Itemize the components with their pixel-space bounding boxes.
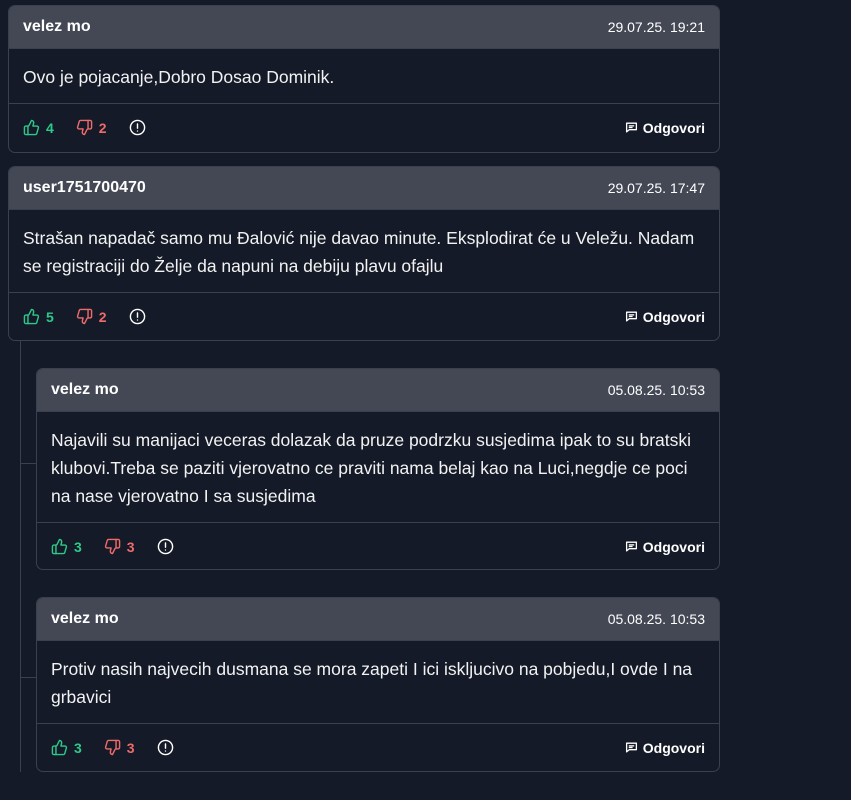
reply-label: Odgovori bbox=[642, 538, 705, 555]
thumbs-up-icon bbox=[51, 538, 68, 555]
report-button[interactable] bbox=[129, 119, 146, 136]
alert-circle-icon bbox=[157, 538, 173, 555]
like-count: 5 bbox=[46, 308, 54, 325]
comment-timestamp: 29.07.25. 19:21 bbox=[607, 19, 705, 35]
reply-button[interactable]: Odgovori bbox=[625, 740, 705, 756]
message-icon bbox=[625, 742, 637, 753]
reply-comment-card: velez mo 05.08.25. 10:53 Protiv nasih na… bbox=[36, 597, 720, 772]
dislike-button[interactable]: 3 bbox=[104, 739, 135, 756]
thumbs-down-icon bbox=[76, 119, 93, 136]
thumbs-up-icon bbox=[51, 739, 68, 756]
message-icon bbox=[625, 311, 637, 322]
reply-label: Odgovori bbox=[642, 739, 705, 756]
comment-text: Strašan napadač samo mu Đalović nije dav… bbox=[9, 210, 719, 293]
dislike-button[interactable]: 2 bbox=[76, 308, 107, 325]
like-count: 3 bbox=[74, 739, 82, 756]
comment-card: velez mo 29.07.25. 19:21 Ovo je pojacanj… bbox=[8, 5, 720, 153]
report-button[interactable] bbox=[157, 739, 174, 756]
alert-circle-icon bbox=[129, 308, 145, 325]
like-button[interactable]: 3 bbox=[51, 739, 82, 756]
comment-header: velez mo 29.07.25. 19:21 bbox=[9, 6, 719, 49]
comment-username[interactable]: velez mo bbox=[51, 381, 119, 399]
dislike-count: 2 bbox=[98, 119, 107, 136]
comment-timestamp: 05.08.25. 10:53 bbox=[607, 382, 705, 398]
alert-circle-icon bbox=[157, 739, 173, 756]
comment-actions: 3 3 Odgovori bbox=[37, 724, 719, 771]
reply-branch-line bbox=[20, 677, 36, 678]
message-icon bbox=[625, 541, 637, 552]
thumbs-up-icon bbox=[23, 308, 40, 325]
like-button[interactable]: 4 bbox=[23, 119, 54, 136]
comment-header: velez mo 05.08.25. 10:53 bbox=[37, 598, 719, 641]
reply-button[interactable]: Odgovori bbox=[625, 309, 705, 325]
reply-button[interactable]: Odgovori bbox=[625, 120, 705, 136]
comment-text: Ovo je pojacanje,Dobro Dosao Dominik. bbox=[9, 49, 719, 104]
comment-timestamp: 29.07.25. 17:47 bbox=[607, 180, 705, 196]
message-icon bbox=[625, 122, 637, 133]
comment-text: Najavili su manijaci veceras dolazak da … bbox=[37, 412, 719, 523]
comment-actions: 4 2 Odgovori bbox=[9, 104, 719, 151]
reply-comment-card: velez mo 05.08.25. 10:53 Najavili su man… bbox=[36, 368, 720, 570]
comment-username[interactable]: velez mo bbox=[23, 18, 91, 36]
reply-branch-line bbox=[20, 463, 36, 464]
comment-text: Protiv nasih najvecih dusmana se mora za… bbox=[37, 641, 719, 724]
thumbs-down-icon bbox=[76, 308, 93, 325]
reply-thread-line bbox=[20, 340, 21, 772]
reply-label: Odgovori bbox=[642, 308, 705, 325]
alert-circle-icon bbox=[129, 119, 145, 136]
comment-username[interactable]: velez mo bbox=[51, 610, 119, 628]
report-button[interactable] bbox=[157, 538, 174, 555]
like-button[interactable]: 5 bbox=[23, 308, 54, 325]
dislike-count: 3 bbox=[126, 538, 135, 555]
reply-label: Odgovori bbox=[642, 119, 705, 136]
comment-header: velez mo 05.08.25. 10:53 bbox=[37, 369, 719, 412]
like-count: 3 bbox=[74, 538, 82, 555]
comment-timestamp: 05.08.25. 10:53 bbox=[607, 611, 705, 627]
dislike-button[interactable]: 2 bbox=[76, 119, 107, 136]
comment-card: user1751700470 29.07.25. 17:47 Strašan n… bbox=[8, 166, 720, 341]
dislike-count: 2 bbox=[98, 308, 107, 325]
reply-button[interactable]: Odgovori bbox=[625, 539, 705, 555]
dislike-button[interactable]: 3 bbox=[104, 538, 135, 555]
comment-username[interactable]: user1751700470 bbox=[23, 179, 146, 197]
like-button[interactable]: 3 bbox=[51, 538, 82, 555]
like-count: 4 bbox=[46, 119, 54, 136]
thumbs-down-icon bbox=[104, 538, 121, 555]
report-button[interactable] bbox=[129, 308, 146, 325]
comment-actions: 3 3 Odgovori bbox=[37, 523, 719, 569]
thumbs-up-icon bbox=[23, 119, 40, 136]
comment-actions: 5 2 Odgovori bbox=[9, 293, 719, 340]
thumbs-down-icon bbox=[104, 739, 121, 756]
comment-header: user1751700470 29.07.25. 17:47 bbox=[9, 167, 719, 210]
dislike-count: 3 bbox=[126, 739, 135, 756]
